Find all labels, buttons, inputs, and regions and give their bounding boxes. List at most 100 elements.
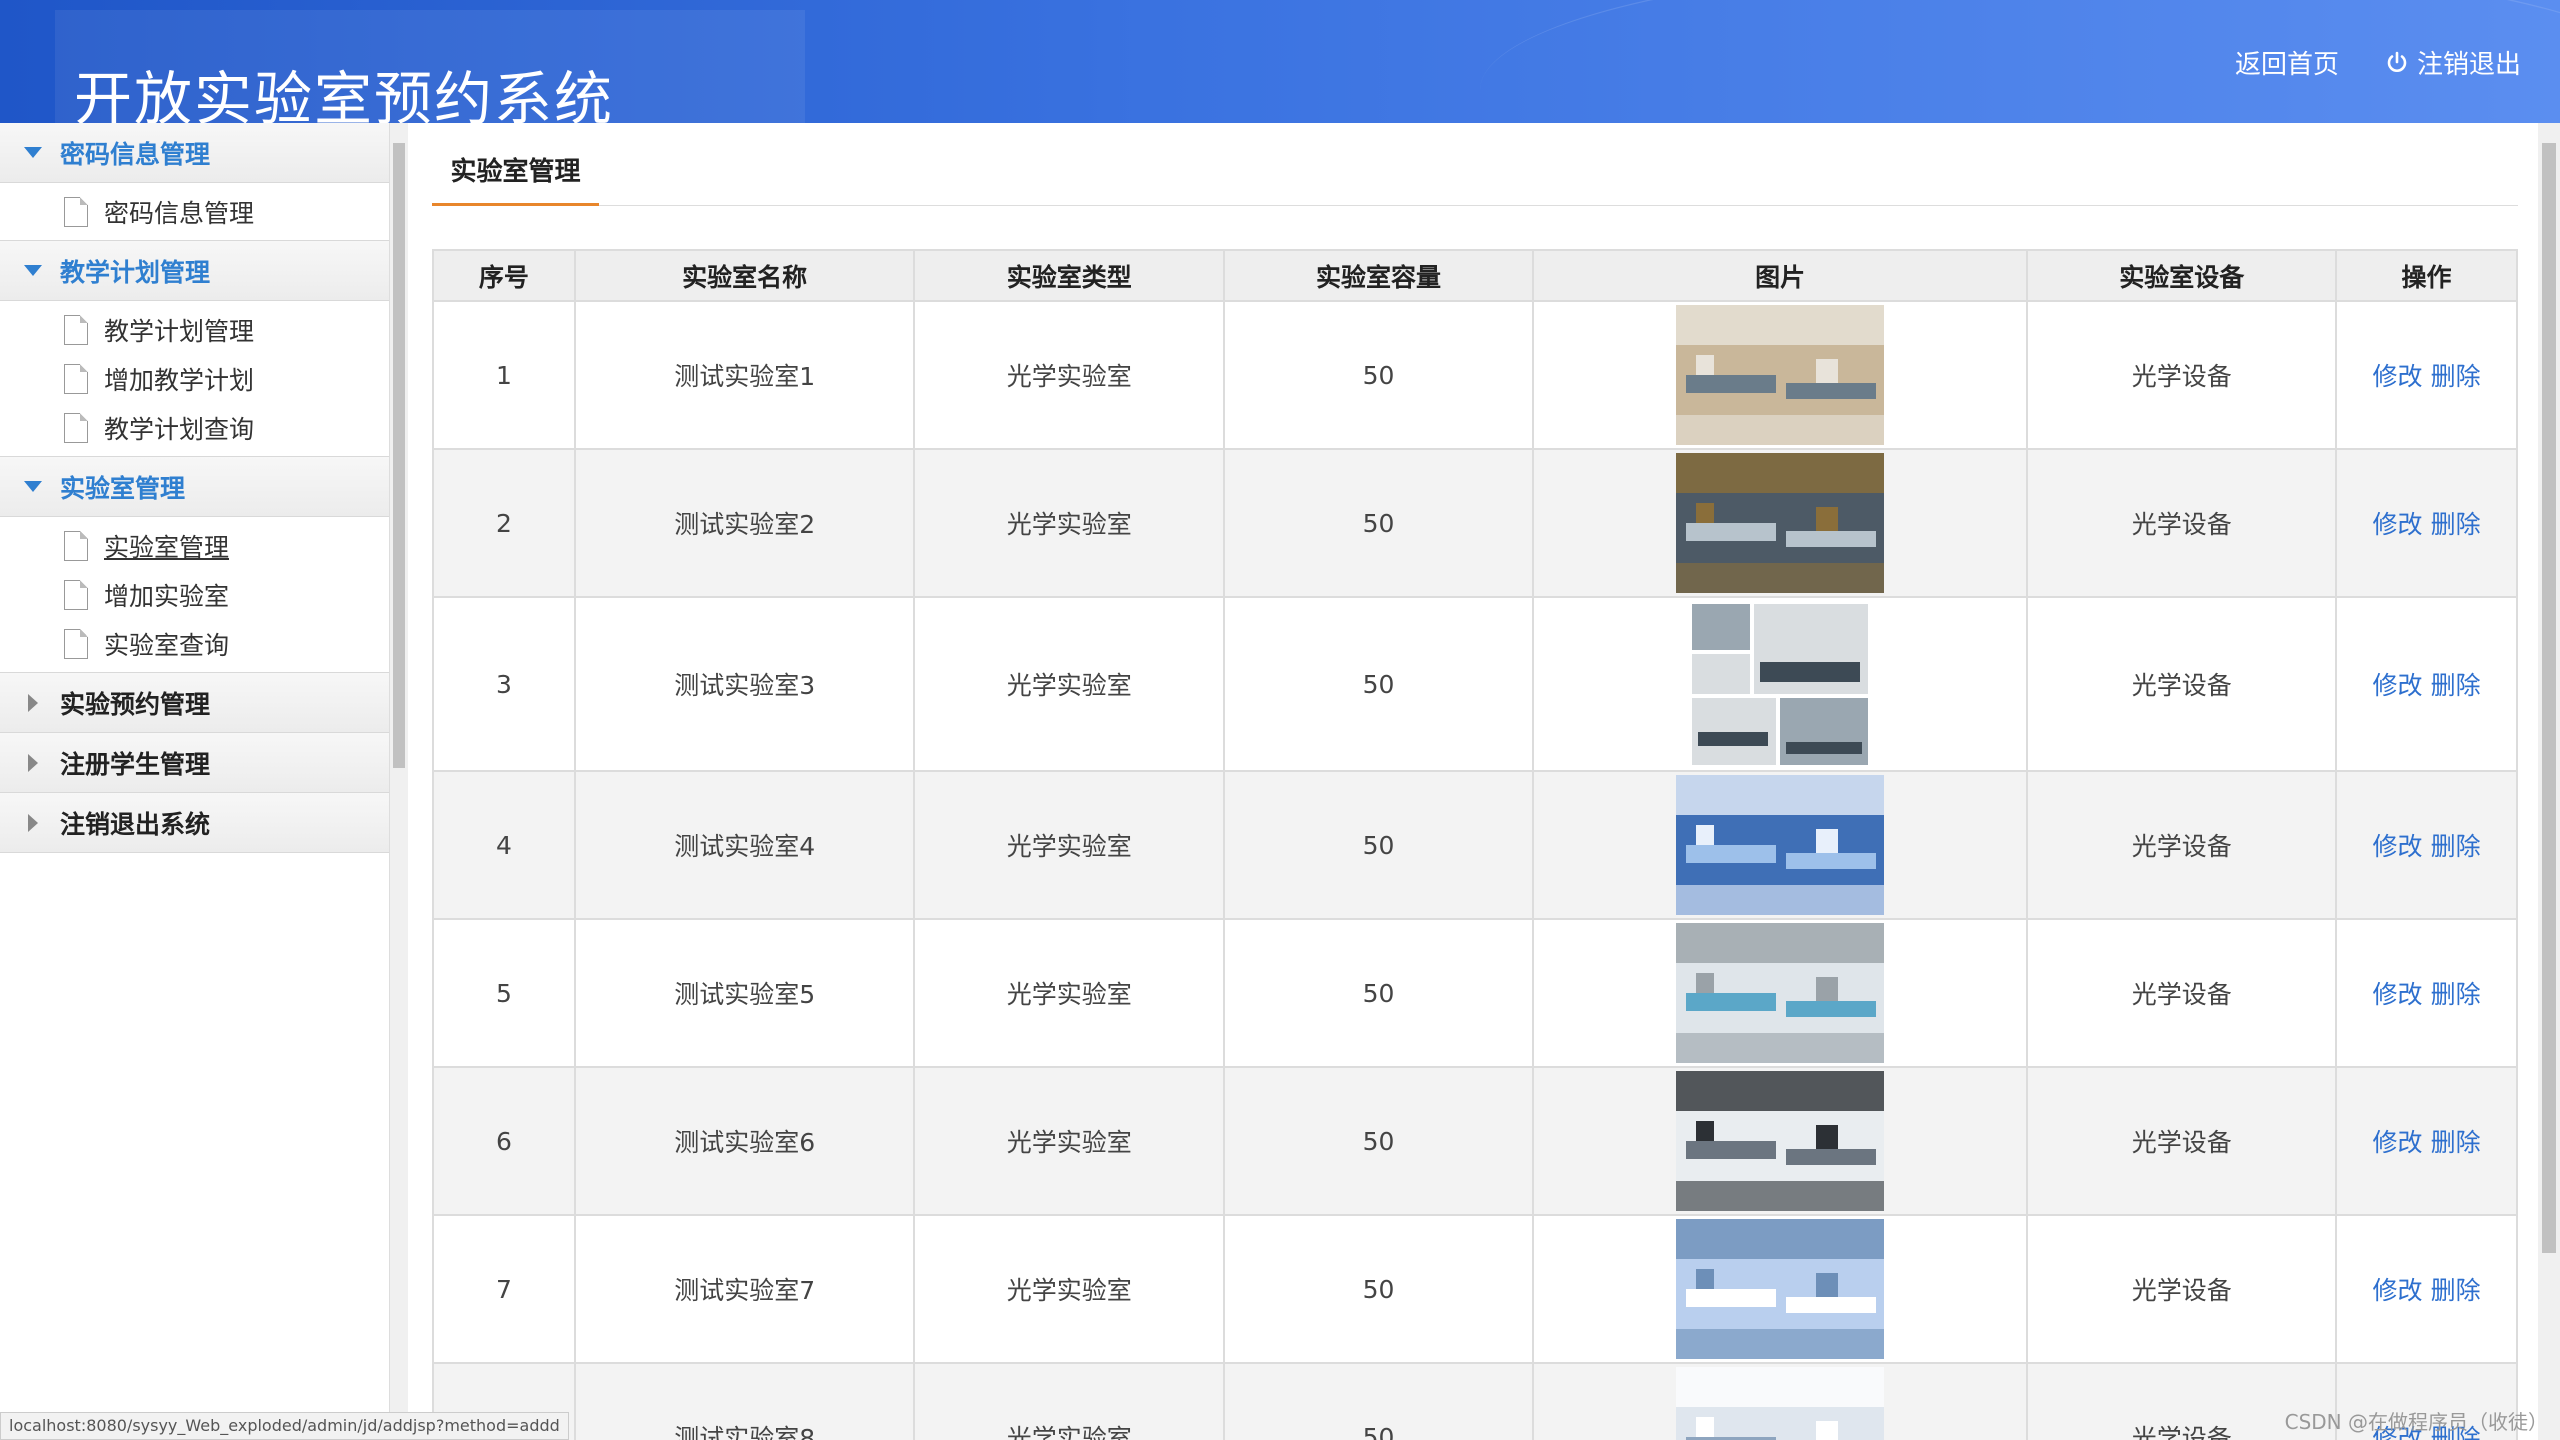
sidebar-item-label: 教学计划管理 [104, 316, 255, 346]
table-row: 6 测试实验室6 光学实验室 50 光学设备 修改 删除 [432, 1066, 2518, 1216]
cell-image [1531, 1362, 2029, 1440]
cell-equipment: 光学设备 [2026, 1066, 2338, 1216]
tab-lab-management[interactable]: 实验室管理 [432, 151, 599, 206]
cell-actions: 修改 删除 [2335, 300, 2518, 450]
column-header: 实验室容量 [1223, 249, 1534, 302]
cell-equipment: 光学设备 [2026, 770, 2338, 920]
table-row: 7 测试实验室7 光学实验室 50 光学设备 修改 删除 [432, 1214, 2518, 1364]
edit-link[interactable]: 修改 [2373, 671, 2423, 700]
status-bar-url: localhost:8080/sysyy_Web_exploded/admin/… [0, 1412, 569, 1440]
delete-link[interactable]: 删除 [2431, 671, 2481, 700]
triangle-down-icon [24, 147, 42, 158]
document-icon [64, 628, 88, 659]
table-row: 3 测试实验室3 光学实验室 50 光学设备 修改 删除 [432, 596, 2518, 772]
cell-name: 测试实验室7 [573, 1214, 916, 1364]
app-header: 开放实验室预约系统 返回首页 注销退出 [0, 0, 2560, 123]
delete-link[interactable]: 删除 [2431, 510, 2481, 539]
sidebar-item[interactable]: 密码信息管理 [0, 187, 389, 236]
cell-type: 光学实验室 [913, 1066, 1226, 1216]
table-row: 8测试实验室8光学实验室50光学设备修改删除 [432, 1362, 2518, 1440]
cell-no: 6 [432, 1066, 576, 1216]
delete-link[interactable]: 删除 [2431, 1276, 2481, 1305]
document-icon [64, 363, 88, 394]
cell-capacity: 50 [1223, 1214, 1534, 1364]
lab-photo [1676, 305, 1885, 445]
cell-equipment: 光学设备 [2026, 918, 2338, 1068]
sidebar-item[interactable]: 实验室管理 [0, 521, 389, 570]
sidebar-sublist: 教学计划管理增加教学计划教学计划查询 [0, 301, 389, 457]
cell-capacity: 50 [1223, 770, 1534, 920]
column-header: 实验室设备 [2026, 249, 2338, 302]
cell-no: 3 [432, 596, 576, 772]
sidebar-group-3[interactable]: 实验预约管理 [0, 673, 389, 733]
sidebar-item-label: 实验室查询 [104, 630, 230, 660]
cell-capacity: 50 [1223, 1066, 1534, 1216]
sidebar-group-label: 实验预约管理 [60, 689, 211, 719]
edit-link[interactable]: 修改 [2373, 1128, 2423, 1157]
cell-equipment: 光学设备 [2026, 300, 2338, 450]
sidebar-item[interactable]: 实验室查询 [0, 619, 389, 668]
lab-photo [1676, 1219, 1885, 1359]
main-content: 实验室管理 序号 实验室名称 实验室类型 实验室容量 图片 实验室设备 操作 1 测试实验室1… [432, 123, 2518, 1440]
cell-type: 光学实验室 [913, 918, 1226, 1068]
sidebar-group-1[interactable]: 教学计划管理 [0, 241, 389, 301]
sidebar-group-label: 实验室管理 [60, 473, 186, 503]
cell-image [1531, 1214, 2029, 1364]
delete-link[interactable]: 删除 [2431, 980, 2481, 1009]
main-scrollbar[interactable] [2538, 123, 2560, 1440]
table-row: 4 测试实验室4 光学实验室 50 光学设备 修改 删除 [432, 770, 2518, 920]
home-link[interactable]: 返回首页 [2235, 44, 2339, 81]
cell-actions: 修改 删除 [2335, 1066, 2518, 1216]
sidebar-scroll-thumb[interactable] [393, 143, 405, 768]
triangle-down-icon [24, 265, 42, 276]
document-icon [64, 530, 88, 561]
logout-label: 注销退出 [2417, 50, 2522, 80]
document-icon [64, 412, 88, 443]
triangle-right-icon [28, 813, 38, 832]
sidebar-item-label: 增加实验室 [104, 581, 230, 611]
cell-no: 4 [432, 770, 576, 920]
cell-equipment: 光学设备 [2026, 596, 2338, 772]
lab-photo [1690, 601, 1871, 767]
sidebar-group-4[interactable]: 注册学生管理 [0, 733, 389, 793]
cell-no: 2 [432, 448, 576, 598]
edit-link[interactable]: 修改 [2373, 980, 2423, 1009]
cell-name: 测试实验室3 [573, 596, 916, 772]
sidebar-group-5[interactable]: 注销退出系统 [0, 793, 389, 853]
sidebar-scrollbar[interactable] [390, 123, 408, 1413]
lab-photo [1676, 1071, 1885, 1211]
sidebar-group-label: 密码信息管理 [60, 139, 211, 169]
sidebar-item[interactable]: 教学计划查询 [0, 403, 389, 452]
cell-actions: 修改 删除 [2335, 770, 2518, 920]
delete-link[interactable]: 删除 [2431, 1128, 2481, 1157]
lab-table: 序号 实验室名称 实验室类型 实验室容量 图片 实验室设备 操作 1 测试实验室1 光学实验室 5… [432, 249, 2518, 1440]
sidebar-item[interactable]: 增加实验室 [0, 570, 389, 619]
cell-image [1531, 918, 2029, 1068]
edit-link[interactable]: 修改 [2373, 832, 2423, 861]
edit-link[interactable]: 修改 [2373, 510, 2423, 539]
triangle-right-icon [28, 693, 38, 712]
sidebar-group-2[interactable]: 实验室管理 [0, 457, 389, 517]
delete-link[interactable]: 删除 [2431, 362, 2481, 391]
sidebar-item-label: 教学计划查询 [104, 414, 255, 444]
edit-link[interactable]: 修改 [2373, 362, 2423, 391]
sidebar-item-label: 实验室管理 [104, 532, 230, 562]
delete-link[interactable]: 删除 [2431, 832, 2481, 861]
cell-name: 测试实验室2 [573, 448, 916, 598]
watermark: CSDN @在做程序员（收徒） [2284, 1410, 2548, 1434]
edit-link[interactable]: 修改 [2373, 1276, 2423, 1305]
power-icon [2387, 51, 2407, 72]
main-scroll-thumb[interactable] [2542, 143, 2556, 1253]
sidebar-item-label: 密码信息管理 [104, 198, 255, 228]
logout-link[interactable]: 注销退出 [2385, 44, 2521, 81]
table-row: 1 测试实验室1 光学实验室 50 光学设备 修改 删除 [432, 300, 2518, 450]
cell-image [1531, 300, 2029, 450]
triangle-right-icon [28, 753, 38, 772]
sidebar-group-label: 注销退出系统 [60, 809, 211, 839]
sidebar-item[interactable]: 增加教学计划 [0, 354, 389, 403]
sidebar-item[interactable]: 教学计划管理 [0, 305, 389, 354]
document-icon [64, 196, 88, 227]
sidebar-group-0[interactable]: 密码信息管理 [0, 123, 389, 183]
app-title: 开放实验室预约系统 [74, 65, 615, 123]
cell-image [1531, 448, 2029, 598]
